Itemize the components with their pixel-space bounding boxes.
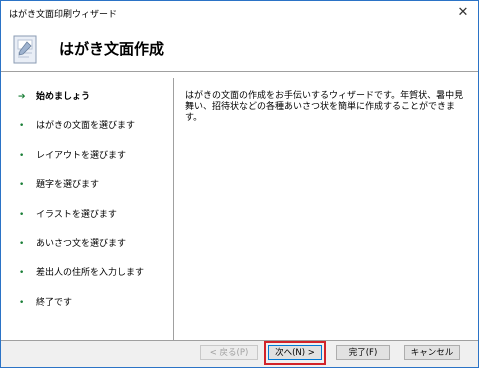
step-label: 差出人の住所を入力します	[36, 268, 145, 278]
step-label: イラストを選びます	[36, 210, 117, 220]
step-item: • 終了です	[1, 295, 173, 311]
page-title: はがき文面作成	[59, 40, 165, 58]
back-button[interactable]: < 戻る(P)	[200, 345, 258, 360]
window-title: はがき文面印刷ウィザード	[9, 10, 118, 20]
step-label: 始めましょう	[36, 92, 91, 102]
step-item: • 差出人の住所を入力します	[1, 265, 173, 281]
postcard-wizard-icon	[13, 35, 37, 64]
close-icon[interactable]: ✕	[454, 4, 472, 22]
finish-button[interactable]: 完了(F)	[336, 345, 390, 360]
bullet-icon: •	[19, 298, 25, 308]
step-item: • 題字を選びます	[1, 177, 173, 193]
wizard-description: はがきの文面の作成をお手伝いするウィザードです。年賀状、暑中見舞い、招待状などの…	[185, 91, 464, 123]
title-bar: はがき文面印刷ウィザード ✕	[1, 1, 478, 25]
panel-divider	[173, 78, 174, 340]
bullet-icon: •	[19, 268, 25, 278]
next-button-highlight	[264, 341, 326, 365]
step-label: あいさつ文を選びます	[36, 239, 127, 249]
step-item: • はがきの文面を選びます	[1, 118, 173, 134]
step-item: ➔ 始めましょう	[1, 89, 173, 105]
wizard-window: はがき文面印刷ウィザード ✕ はがき文面作成 ➔ 始めましょう • はがきの文面…	[0, 0, 479, 368]
cancel-button[interactable]: キャンセル	[404, 345, 460, 360]
step-label: はがきの文面を選びます	[36, 121, 136, 131]
step-item: • レイアウトを選びます	[1, 148, 173, 164]
step-label: レイアウトを選びます	[36, 151, 127, 161]
bullet-icon: •	[19, 121, 25, 131]
bullet-icon: •	[19, 151, 25, 161]
step-label: 題字を選びます	[36, 180, 100, 190]
step-item: • イラストを選びます	[1, 207, 173, 223]
bullet-icon: •	[19, 239, 25, 249]
steps-panel: ➔ 始めましょう • はがきの文面を選びます • レイアウトを選びます • 題字…	[1, 72, 173, 340]
arrow-right-icon: ➔	[18, 92, 26, 102]
step-label: 終了です	[36, 298, 73, 308]
step-item: • あいさつ文を選びます	[1, 236, 173, 252]
bullet-icon: •	[19, 180, 25, 190]
bullet-icon: •	[19, 210, 25, 220]
wizard-header: はがき文面作成	[1, 25, 478, 71]
